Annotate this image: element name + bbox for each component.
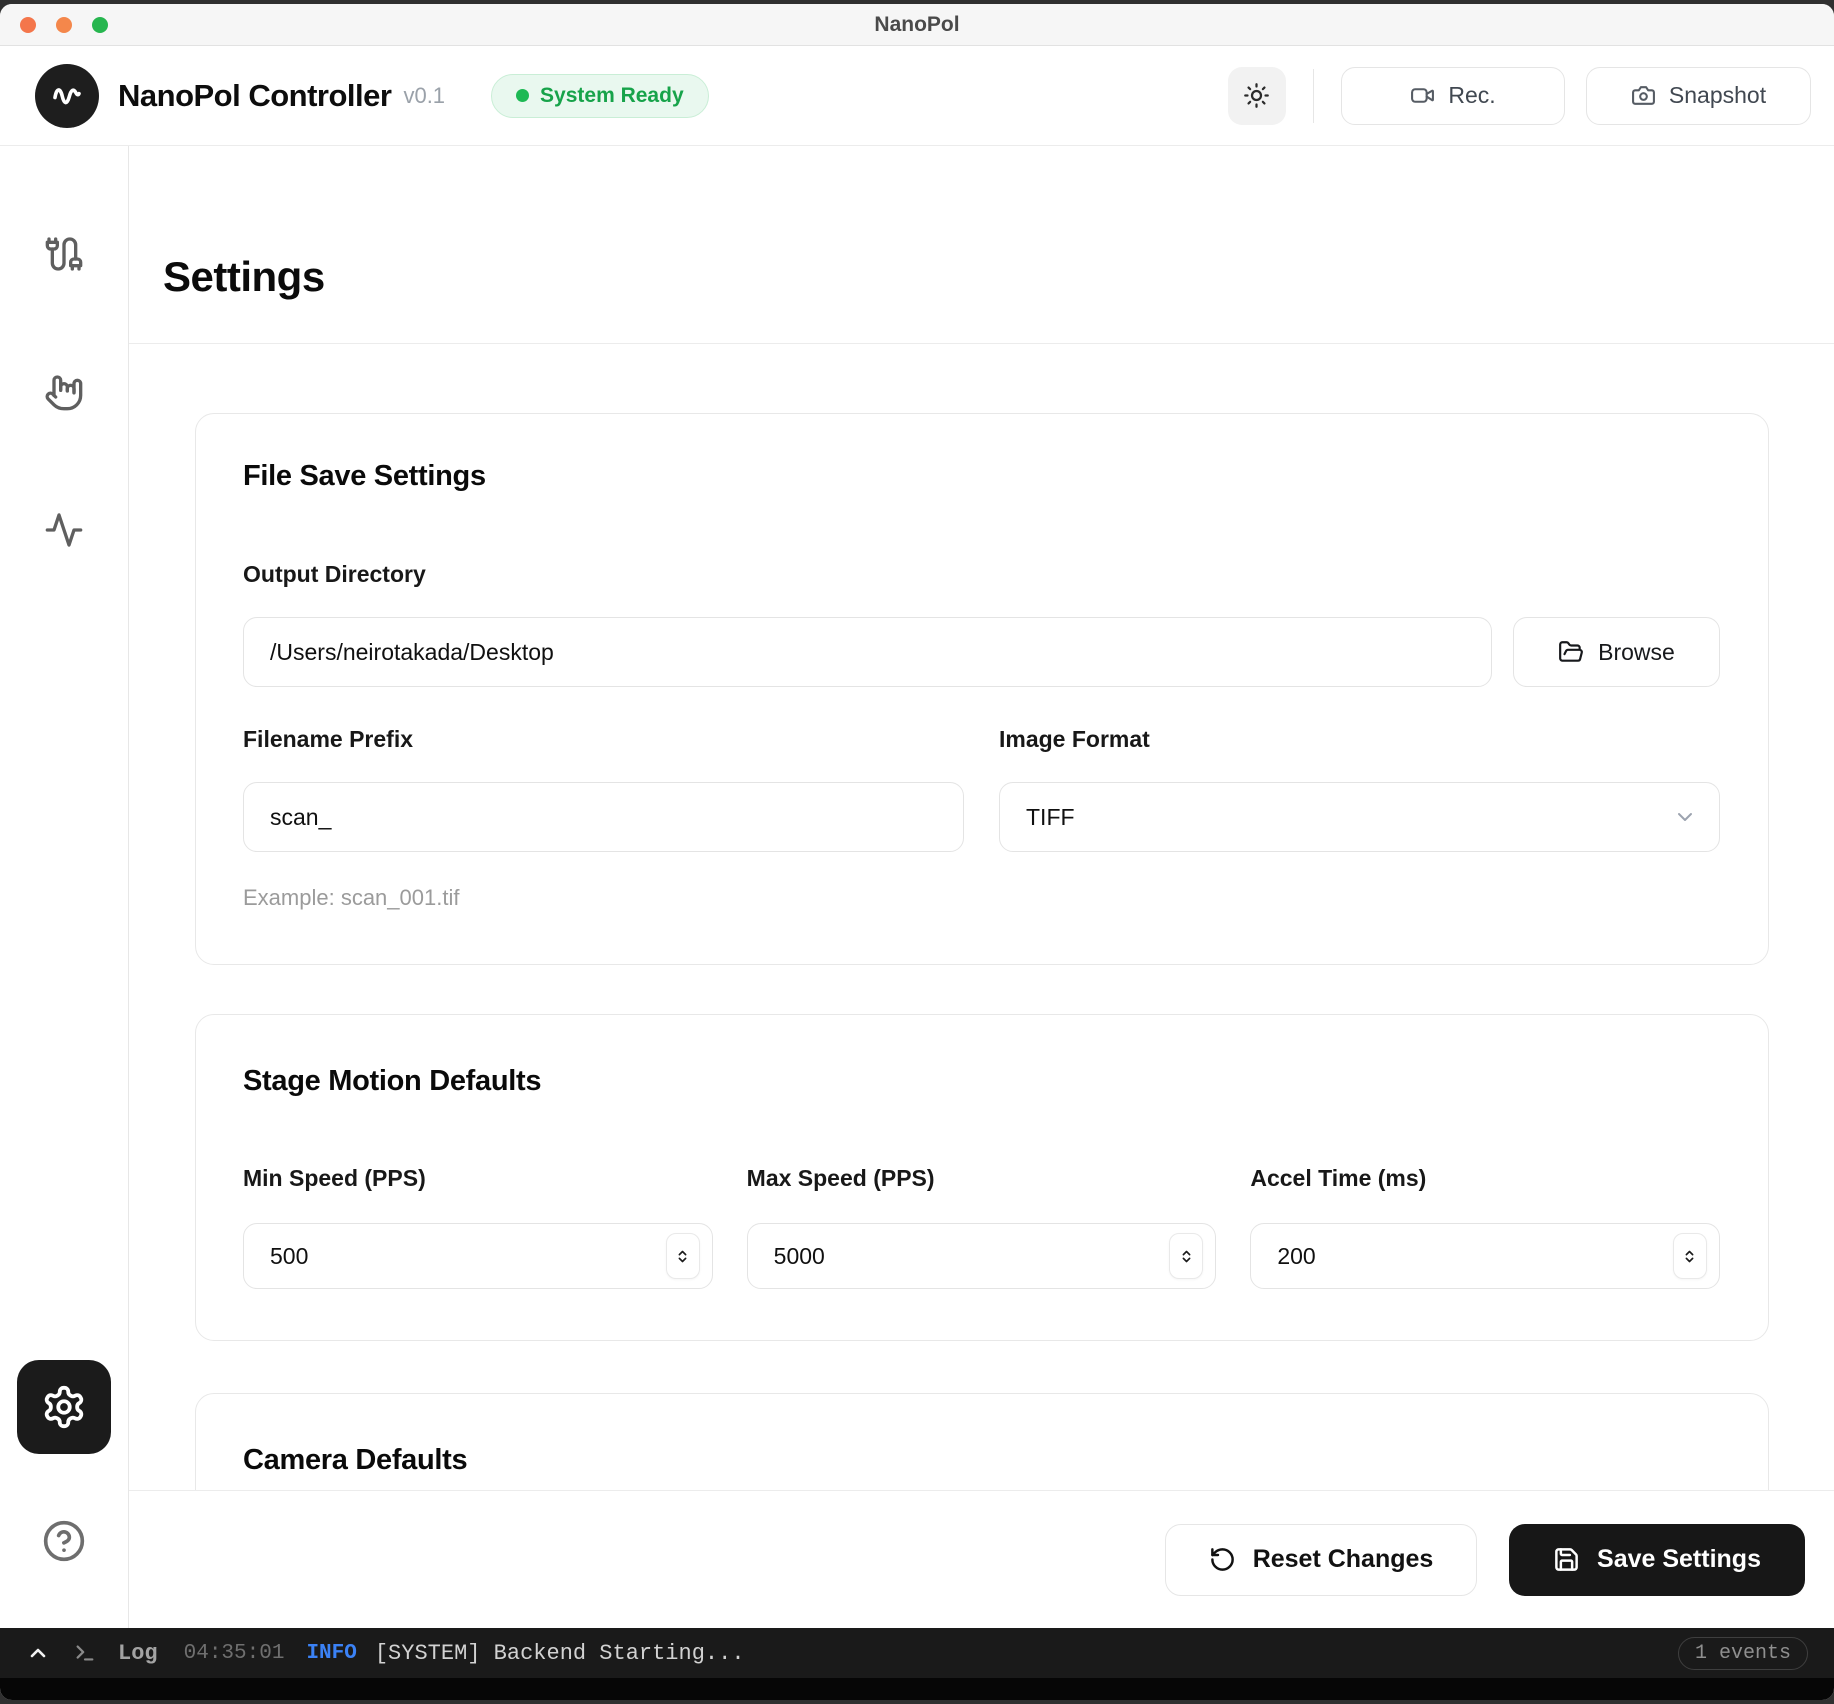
- sun-icon: [1243, 82, 1270, 109]
- filename-example-text: Example: scan_001.tif: [243, 885, 1720, 911]
- snapshot-button[interactable]: Snapshot: [1586, 67, 1811, 125]
- sidebar-bottom: [0, 1360, 128, 1628]
- record-button[interactable]: Rec.: [1341, 67, 1565, 125]
- sidebar-item-manual-control[interactable]: [42, 370, 86, 414]
- browse-button[interactable]: Browse: [1513, 617, 1720, 687]
- app-header: NanoPol Controller v0.1 System Ready: [0, 46, 1834, 146]
- reset-changes-label: Reset Changes: [1253, 1545, 1434, 1574]
- max-speed-stepper[interactable]: [1169, 1233, 1203, 1279]
- save-settings-button[interactable]: Save Settings: [1509, 1524, 1805, 1596]
- terminal-icon: [74, 1642, 96, 1664]
- sidebar-item-help[interactable]: [41, 1518, 87, 1564]
- hand-icon: [44, 372, 84, 412]
- image-format-select[interactable]: TIFF: [999, 782, 1720, 852]
- log-label: Log: [118, 1641, 158, 1666]
- page-title: Settings: [163, 253, 325, 301]
- accel-time-group: Accel Time (ms): [1250, 1165, 1720, 1289]
- cable-icon: [44, 234, 84, 274]
- log-bar: Log 04:35:01 INFO [SYSTEM] Backend Start…: [0, 1628, 1834, 1678]
- folder-open-icon: [1558, 639, 1584, 665]
- settings-content: File Save Settings Output Directory Brow…: [129, 344, 1834, 1490]
- max-speed-group: Max Speed (PPS): [747, 1165, 1217, 1289]
- status-badge: System Ready: [491, 74, 709, 118]
- min-speed-group: Min Speed (PPS): [243, 1165, 713, 1289]
- max-speed-input[interactable]: [752, 1243, 1023, 1270]
- accel-time-stepper[interactable]: [1673, 1233, 1707, 1279]
- titlebar: NanoPol: [0, 4, 1834, 46]
- min-speed-input[interactable]: [248, 1243, 519, 1270]
- app-window: NanoPol NanoPol Controller v0.1 System R…: [0, 4, 1834, 1700]
- browse-button-label: Browse: [1598, 639, 1675, 666]
- stage-motion-defaults-card: Stage Motion Defaults Min Speed (PPS): [195, 1014, 1769, 1341]
- file-save-settings-card: File Save Settings Output Directory Brow…: [195, 413, 1769, 965]
- filename-prefix-group: Filename Prefix: [243, 726, 964, 852]
- log-timestamp: 04:35:01: [184, 1642, 285, 1665]
- snapshot-button-label: Snapshot: [1669, 82, 1766, 109]
- record-button-label: Rec.: [1448, 82, 1495, 109]
- sidebar-item-signal[interactable]: [42, 508, 86, 552]
- chevron-down-icon: [1673, 805, 1697, 829]
- filename-prefix-label: Filename Prefix: [243, 726, 964, 753]
- camera-defaults-card: Camera Defaults: [195, 1393, 1769, 1490]
- rotate-ccw-icon: [1209, 1546, 1236, 1573]
- header-divider: [1313, 69, 1315, 123]
- gear-icon: [41, 1384, 87, 1430]
- reset-changes-button[interactable]: Reset Changes: [1165, 1524, 1477, 1596]
- status-badge-label: System Ready: [540, 84, 684, 108]
- save-settings-label: Save Settings: [1597, 1545, 1761, 1574]
- log-events-badge: 1 events: [1678, 1637, 1808, 1670]
- camera-icon: [1631, 83, 1656, 108]
- app-logo: [35, 64, 99, 128]
- sidebar-item-settings-active[interactable]: [17, 1360, 111, 1454]
- header-actions: Rec. Snapshot: [1228, 67, 1812, 125]
- accel-time-label: Accel Time (ms): [1250, 1165, 1720, 1192]
- brightness-button[interactable]: [1228, 67, 1286, 125]
- waveform-logo-icon: [49, 78, 85, 114]
- app-title: NanoPol Controller: [118, 78, 391, 114]
- log-level-badge: INFO: [306, 1642, 356, 1665]
- image-format-label: Image Format: [999, 726, 1720, 753]
- expand-log-chevron-up-icon[interactable]: [26, 1641, 50, 1665]
- output-directory-label: Output Directory: [243, 561, 1720, 588]
- page-header: Settings: [129, 146, 1834, 344]
- filename-prefix-input[interactable]: [243, 782, 964, 852]
- file-save-settings-title: File Save Settings: [243, 460, 1720, 493]
- min-speed-stepper[interactable]: [666, 1233, 700, 1279]
- image-format-group: Image Format TIFF: [999, 726, 1720, 852]
- sidebar-item-connections[interactable]: [42, 232, 86, 276]
- max-speed-label: Max Speed (PPS): [747, 1165, 1217, 1192]
- window-title: NanoPol: [0, 13, 1834, 37]
- log-message: [SYSTEM] Backend Starting...: [375, 1641, 745, 1666]
- save-icon: [1553, 1546, 1580, 1573]
- app-version: v0.1: [403, 83, 445, 109]
- accel-time-input[interactable]: [1255, 1243, 1526, 1270]
- help-circle-icon: [42, 1519, 86, 1563]
- sidebar: [0, 146, 129, 1628]
- status-dot-icon: [516, 89, 529, 102]
- min-speed-label: Min Speed (PPS): [243, 1165, 713, 1192]
- stage-motion-defaults-title: Stage Motion Defaults: [243, 1065, 1720, 1098]
- camera-defaults-title: Camera Defaults: [243, 1444, 1720, 1477]
- window-bottom-edge: [0, 1678, 1834, 1700]
- image-format-value: TIFF: [1026, 804, 1075, 831]
- footer-action-bar: Reset Changes Save Settings: [129, 1490, 1834, 1628]
- activity-icon: [44, 510, 84, 550]
- main-content: Settings File Save Settings Output Direc…: [129, 146, 1834, 1628]
- output-directory-input[interactable]: [243, 617, 1492, 687]
- video-camera-icon: [1410, 83, 1435, 108]
